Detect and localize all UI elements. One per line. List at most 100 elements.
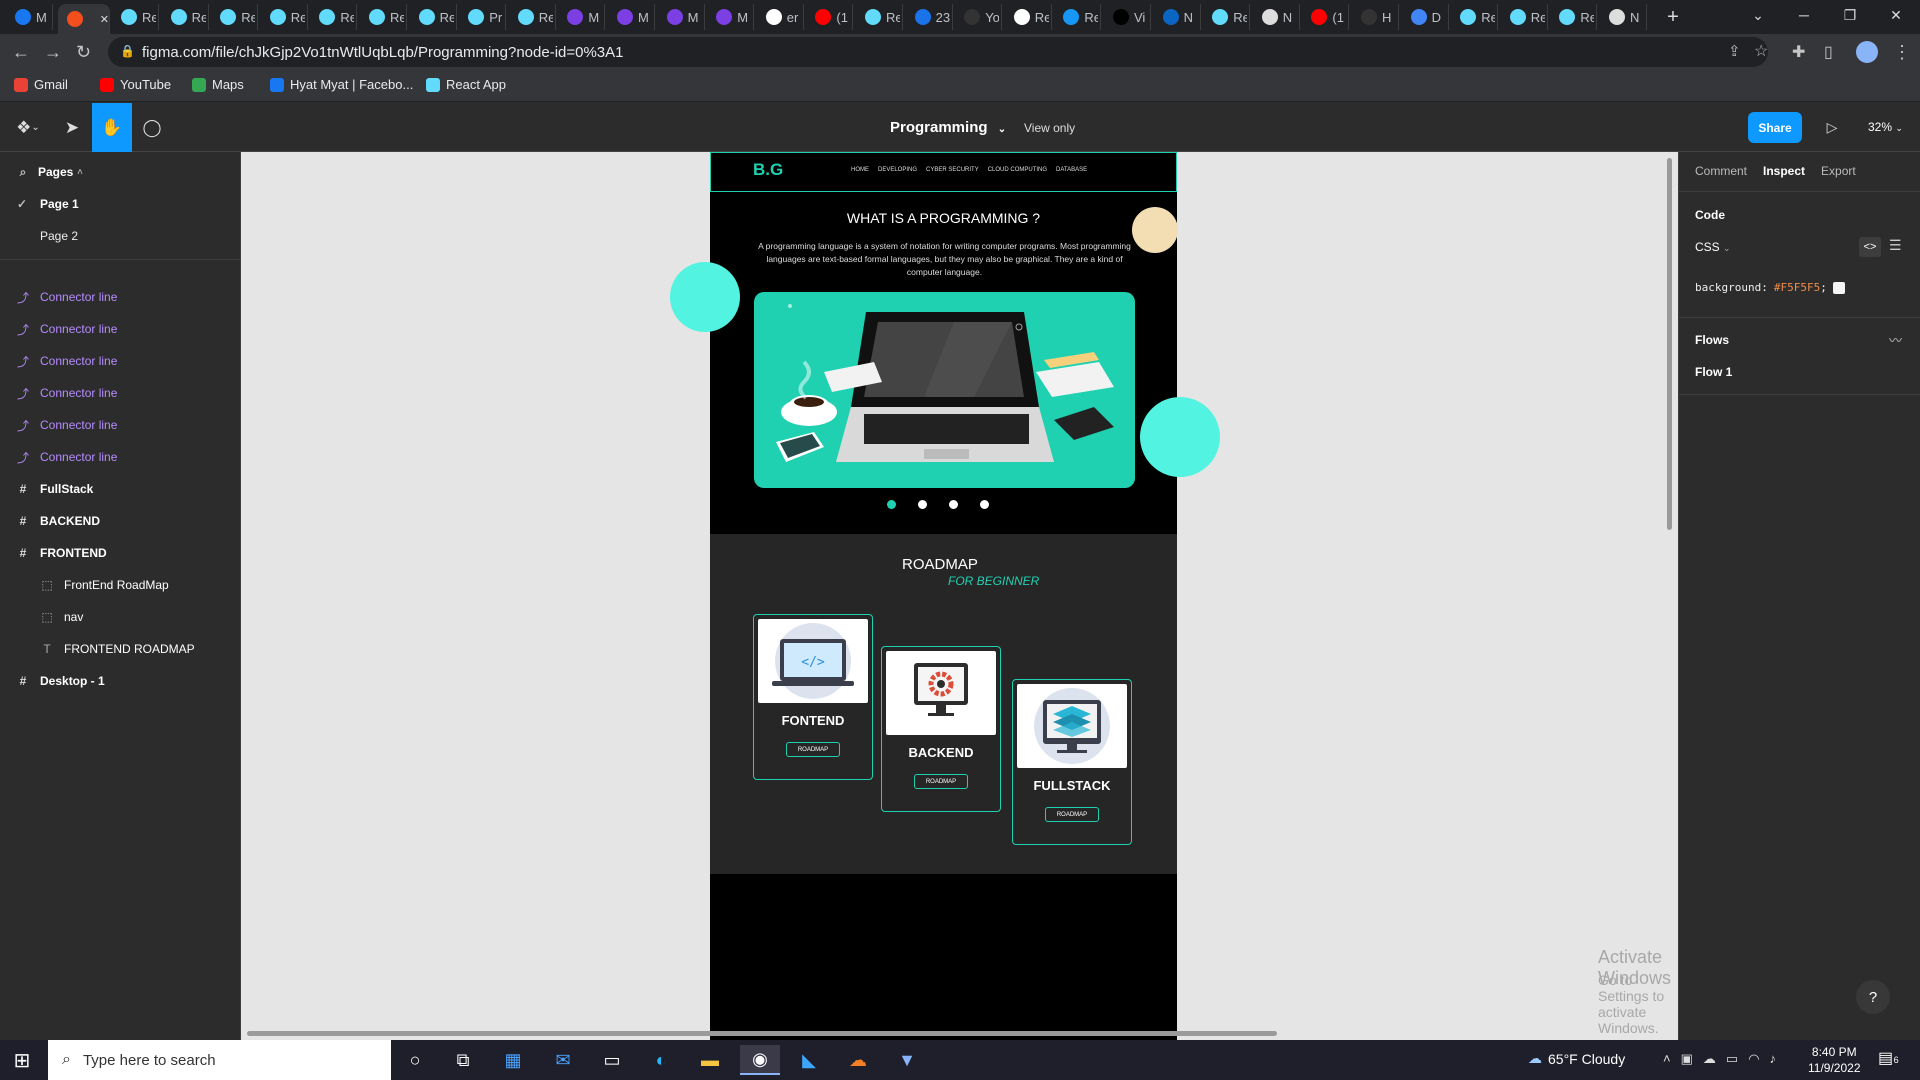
extensions-icon[interactable]: ✚: [1792, 42, 1805, 62]
help-button[interactable]: ?: [1856, 980, 1890, 1014]
roadmap-card-button[interactable]: ROADMAP: [786, 742, 840, 757]
tab-export[interactable]: Export: [1821, 164, 1856, 178]
chrome-icon[interactable]: ◉: [740, 1045, 780, 1075]
layer-item[interactable]: # BACKEND: [0, 506, 240, 536]
roadmap-card[interactable]: BACKEND ROADMAP: [881, 646, 1001, 812]
roadmap-card-button[interactable]: ROADMAP: [1045, 807, 1099, 822]
bookmark-item[interactable]: YouTube: [100, 77, 171, 92]
layer-item[interactable]: ⬚ nav: [0, 602, 240, 632]
site-nav-link[interactable]: CYBER SECURITY: [926, 167, 979, 173]
bookmark-item[interactable]: Maps: [192, 77, 244, 92]
tab-search-icon[interactable]: ⌄: [1735, 0, 1781, 30]
browser-tab[interactable]: Re: [162, 4, 209, 30]
present-play-icon[interactable]: ▷: [1812, 103, 1852, 152]
meet-icon[interactable]: ▣: [1681, 1051, 1693, 1067]
bookmark-item[interactable]: React App: [426, 77, 506, 92]
roadmap-card[interactable]: </> FONTEND ROADMAP: [753, 614, 873, 780]
flows-collapse-icon[interactable]: 〰: [1889, 330, 1902, 349]
layer-item[interactable]: T FRONTEND ROADMAP: [0, 634, 240, 664]
site-nav-link[interactable]: DATABASE: [1056, 167, 1087, 173]
browser-tab[interactable]: Pr: [459, 4, 507, 30]
figma-menu-icon[interactable]: ❖ ⌄: [6, 103, 50, 152]
browser-tab[interactable]: Re: [211, 4, 259, 30]
forward-icon[interactable]: →: [44, 42, 62, 63]
downloader-icon[interactable]: ▼: [887, 1045, 927, 1075]
layer-item[interactable]: ⤴ Connector line: [0, 410, 240, 440]
store-icon[interactable]: ▦: [493, 1045, 533, 1075]
mail-icon[interactable]: ✉: [543, 1045, 583, 1075]
taskbar-search[interactable]: ⌕ Type here to search: [48, 1040, 391, 1080]
layer-item[interactable]: # FullStack: [0, 474, 240, 504]
close-window-button[interactable]: ✕: [1873, 0, 1919, 30]
back-icon[interactable]: ←: [12, 42, 30, 63]
carousel-dots[interactable]: [887, 500, 989, 509]
browser-tab[interactable]: (1: [806, 4, 854, 30]
tray-icons[interactable]: ˄ ▣ ☁ ▭ ◠ ♪: [1663, 1051, 1776, 1067]
windows-start-icon[interactable]: ⊞: [2, 1045, 42, 1075]
cortana-icon[interactable]: ○: [395, 1045, 435, 1075]
browser-tab[interactable]: Vi: [1104, 4, 1151, 30]
weather-widget[interactable]: ☁ 65°F Cloudy: [1528, 1050, 1625, 1067]
chevron-up-icon[interactable]: ˄: [1663, 1051, 1671, 1067]
carousel-dot[interactable]: [980, 500, 989, 509]
layer-item[interactable]: ⤴ Connector line: [0, 378, 240, 408]
side-panel-icon[interactable]: ▯: [1824, 42, 1833, 62]
browser-tab[interactable]: N: [1154, 4, 1201, 30]
edge-icon[interactable]: ◐: [641, 1045, 681, 1075]
bookmark-star-icon[interactable]: ☆: [1754, 41, 1768, 61]
desktop-frame[interactable]: B.G HOME DEVELOPING CYBER SECURITY CLOUD CO…: [670, 152, 1220, 1040]
layer-item[interactable]: ⤴ Connector line: [0, 314, 240, 344]
code-language-select[interactable]: CSS ⌄: [1695, 240, 1731, 254]
browser-tab[interactable]: Re: [112, 4, 159, 30]
share-page-icon[interactable]: ⇪: [1728, 42, 1741, 60]
browser-tab[interactable]: Re: [410, 4, 457, 30]
notification-center[interactable]: ▤ 6: [1878, 1048, 1899, 1068]
cloud-app-icon[interactable]: ☁: [838, 1045, 878, 1075]
carousel-dot[interactable]: [918, 500, 927, 509]
site-nav-link[interactable]: CLOUD COMPUTING: [988, 167, 1047, 173]
move-tool-icon[interactable]: ➤: [52, 103, 92, 152]
browser-tab[interactable]: Re: [1550, 4, 1598, 30]
browser-tab[interactable]: N: [1253, 4, 1300, 30]
browser-tab[interactable]: M: [558, 4, 606, 30]
browser-tab[interactable]: Re: [360, 4, 407, 30]
browser-tab[interactable]: Re: [310, 4, 358, 30]
layer-item[interactable]: ⤴ Connector line: [0, 346, 240, 376]
browser-tab[interactable]: D: [1402, 4, 1449, 30]
browser-tab[interactable]: M: [707, 4, 755, 30]
browser-tab[interactable]: Re: [1203, 4, 1251, 30]
page-item[interactable]: Page 2: [0, 221, 240, 251]
layer-item[interactable]: # FRONTEND: [0, 538, 240, 568]
comment-tool-icon[interactable]: ◯: [132, 103, 172, 152]
profile-avatar[interactable]: [1856, 41, 1878, 63]
browser-tab[interactable]: ✕: [58, 4, 110, 34]
browser-tab[interactable]: Re: [1501, 4, 1548, 30]
pages-header[interactable]: ⌕ Pages ˄: [0, 157, 240, 187]
reload-icon[interactable]: ↻: [76, 42, 91, 63]
browser-tab[interactable]: Re: [1054, 4, 1102, 30]
new-tab-button[interactable]: +: [1660, 4, 1686, 30]
browser-tab[interactable]: Re: [1005, 4, 1052, 30]
layer-item[interactable]: ⤴ Connector line: [0, 442, 240, 472]
design-canvas[interactable]: B.G HOME DEVELOPING CYBER SECURITY CLOUD CO…: [241, 152, 1678, 1040]
browser-tab[interactable]: M: [608, 4, 655, 30]
display-icon[interactable]: ▭: [1726, 1051, 1738, 1067]
close-tab-icon[interactable]: ✕: [100, 13, 109, 26]
roadmap-card-button[interactable]: ROADMAP: [914, 774, 968, 789]
site-navbar[interactable]: B.G HOME DEVELOPING CYBER SECURITY CLOUD CO…: [710, 152, 1177, 192]
browser-tab[interactable]: Re: [261, 4, 308, 30]
browser-tab[interactable]: N: [1600, 4, 1647, 30]
wifi-icon[interactable]: ◠: [1748, 1051, 1759, 1067]
vertical-scrollbar[interactable]: [1667, 158, 1672, 530]
carousel-dot-active[interactable]: [887, 500, 896, 509]
carousel-dot[interactable]: [949, 500, 958, 509]
clock[interactable]: 8:40 PM 11/9/2022: [1808, 1044, 1861, 1076]
site-nav-link[interactable]: DEVELOPING: [878, 167, 917, 173]
horizontal-scrollbar[interactable]: [247, 1031, 1277, 1036]
layer-item[interactable]: ⤴ Connector line: [0, 282, 240, 312]
terminal-icon[interactable]: ▭: [592, 1045, 632, 1075]
tab-comment[interactable]: Comment: [1695, 164, 1747, 178]
list-view-icon[interactable]: ☰: [1889, 237, 1902, 254]
tab-inspect[interactable]: Inspect: [1763, 164, 1805, 178]
omnibox[interactable]: 🔒 figma.com/file/chJkGjp2Vo1tnWtlUqbLqb/…: [108, 37, 1768, 67]
